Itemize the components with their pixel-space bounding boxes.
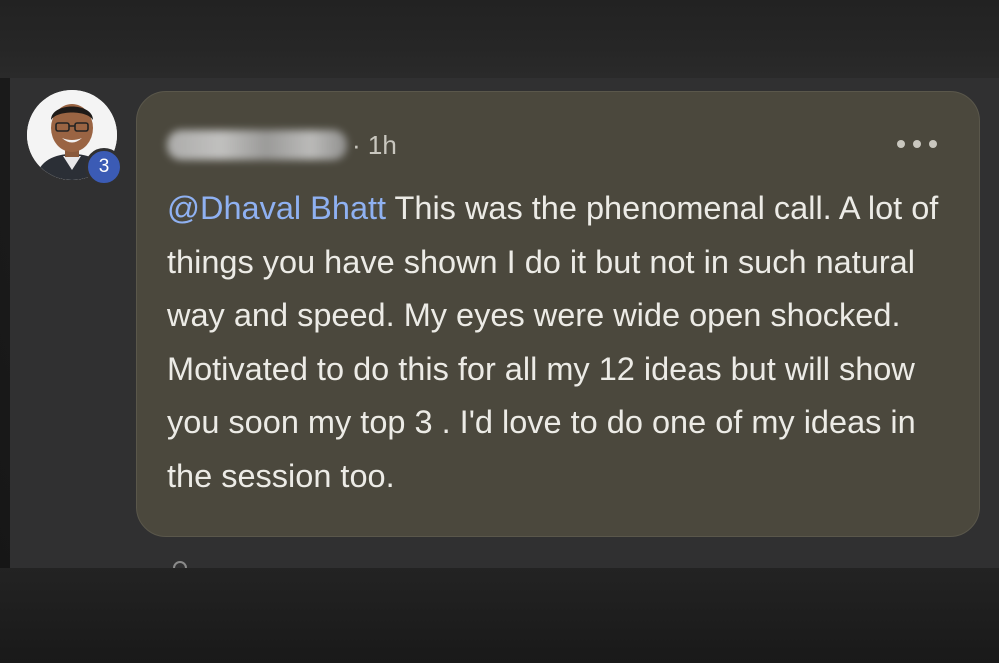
more-options-button[interactable] <box>897 132 937 156</box>
ellipsis-icon-dot <box>929 140 937 148</box>
comment-body: This was the phenomenal call. A lot of t… <box>167 190 939 494</box>
ellipsis-icon-dot <box>897 140 905 148</box>
comment-thread: 3 · 1h @Dhaval Bhatt This was the phenom… <box>10 78 999 568</box>
timestamp: · 1h <box>352 130 397 160</box>
photo-bottom-edge <box>0 568 999 663</box>
ellipsis-icon-dot <box>913 140 921 148</box>
comment-bubble[interactable]: · 1h @Dhaval Bhatt This was the phenomen… <box>136 91 980 537</box>
comment-text: @Dhaval Bhatt This was the phenomenal ca… <box>167 182 957 503</box>
photo-top-edge <box>0 0 999 78</box>
mention-link[interactable]: @Dhaval Bhatt <box>167 190 386 226</box>
timestamp-separator: · <box>352 130 361 160</box>
author-name-redacted[interactable] <box>167 130 347 160</box>
reply-count-badge: 3 <box>85 148 123 186</box>
partially-visible-icon <box>173 561 187 568</box>
timestamp-value: 1h <box>367 130 397 160</box>
